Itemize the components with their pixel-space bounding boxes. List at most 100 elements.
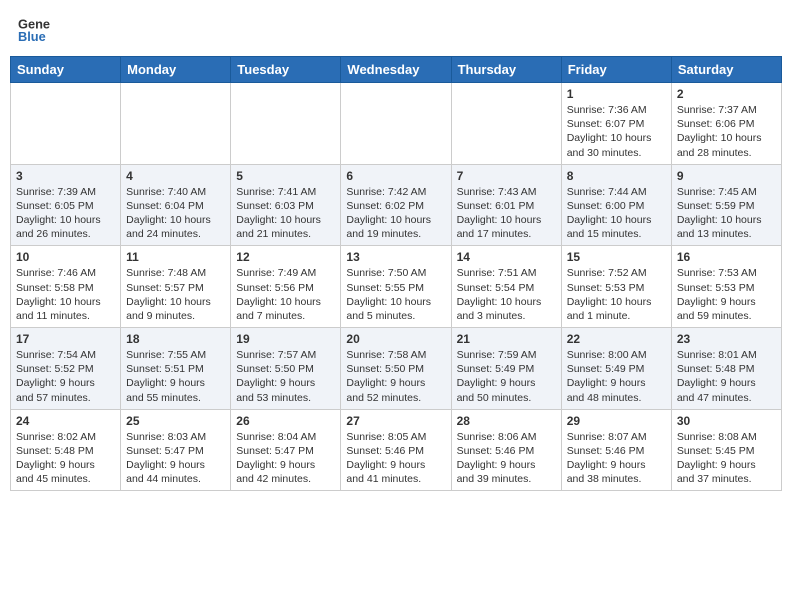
day-info: Sunrise: 7:43 AM Sunset: 6:01 PM Dayligh… bbox=[457, 185, 556, 242]
calendar-cell: 6Sunrise: 7:42 AM Sunset: 6:02 PM Daylig… bbox=[341, 164, 451, 246]
calendar-cell bbox=[451, 83, 561, 165]
weekday-header-tuesday: Tuesday bbox=[231, 57, 341, 83]
day-number: 22 bbox=[567, 332, 666, 346]
logo-icon: General Blue bbox=[18, 14, 50, 46]
calendar-cell: 20 Sunrise: 7:58 AM Sunset: 5:50 PM Dayli… bbox=[341, 328, 451, 410]
calendar-week-row: 24Sunrise: 8:02 AM Sunset: 5:48 PM Dayli… bbox=[11, 409, 782, 491]
day-info: Sunrise: 7:54 AM Sunset: 5:52 PM Dayligh… bbox=[16, 348, 115, 405]
day-info: Sunrise: 7:53 AM Sunset: 5:53 PM Dayligh… bbox=[677, 266, 776, 323]
calendar-cell: 18Sunrise: 7:55 AM Sunset: 5:51 PM Dayli… bbox=[121, 328, 231, 410]
calendar-cell: 19 Sunrise: 7:57 AM Sunset: 5:50 PM Dayli… bbox=[231, 328, 341, 410]
day-number: 23 bbox=[677, 332, 776, 346]
day-info: Sunrise: 7:36 AM Sunset: 6:07 PM Dayligh… bbox=[567, 103, 666, 160]
calendar-cell: 4Sunrise: 7:40 AM Sunset: 6:04 PM Daylig… bbox=[121, 164, 231, 246]
weekday-header-wednesday: Wednesday bbox=[341, 57, 451, 83]
calendar-cell: 29 Sunrise: 8:07 AM Sunset: 5:46 PM Dayli… bbox=[561, 409, 671, 491]
day-info: Sunrise: 8:04 AM Sunset: 5:47 PM Dayligh… bbox=[236, 430, 335, 487]
day-number: 2 bbox=[677, 87, 776, 101]
day-info: Sunrise: 8:03 AM Sunset: 5:47 PM Dayligh… bbox=[126, 430, 225, 487]
calendar-cell bbox=[341, 83, 451, 165]
day-info: Sunrise: 7:51 AM Sunset: 5:54 PM Dayligh… bbox=[457, 266, 556, 323]
calendar-cell bbox=[231, 83, 341, 165]
day-info: Sunrise: 7:57 AM Sunset: 5:50 PM Dayligh… bbox=[236, 348, 335, 405]
calendar-cell: 30Sunrise: 8:08 AM Sunset: 5:45 PM Dayli… bbox=[671, 409, 781, 491]
calendar-cell: 14 Sunrise: 7:51 AM Sunset: 5:54 PM Dayli… bbox=[451, 246, 561, 328]
day-number: 1 bbox=[567, 87, 666, 101]
calendar-cell: 1 Sunrise: 7:36 AM Sunset: 6:07 PM Daylig… bbox=[561, 83, 671, 165]
day-number: 9 bbox=[677, 169, 776, 183]
calendar-cell bbox=[11, 83, 121, 165]
calendar-cell: 25 Sunrise: 8:03 AM Sunset: 5:47 PM Dayli… bbox=[121, 409, 231, 491]
day-number: 29 bbox=[567, 414, 666, 428]
day-info: Sunrise: 7:37 AM Sunset: 6:06 PM Dayligh… bbox=[677, 103, 776, 160]
calendar-cell: 27 Sunrise: 8:05 AM Sunset: 5:46 PM Dayli… bbox=[341, 409, 451, 491]
day-info: Sunrise: 7:49 AM Sunset: 5:56 PM Dayligh… bbox=[236, 266, 335, 323]
calendar-body: 1 Sunrise: 7:36 AM Sunset: 6:07 PM Daylig… bbox=[11, 83, 782, 491]
day-number: 16 bbox=[677, 250, 776, 264]
calendar-week-row: 3Sunrise: 7:39 AM Sunset: 6:05 PM Daylig… bbox=[11, 164, 782, 246]
day-info: Sunrise: 7:44 AM Sunset: 6:00 PM Dayligh… bbox=[567, 185, 666, 242]
calendar-header: SundayMondayTuesdayWednesdayThursdayFrid… bbox=[11, 57, 782, 83]
calendar-cell: 11 Sunrise: 7:48 AM Sunset: 5:57 PM Dayli… bbox=[121, 246, 231, 328]
calendar-cell: 16 Sunrise: 7:53 AM Sunset: 5:53 PM Dayli… bbox=[671, 246, 781, 328]
calendar-cell: 3Sunrise: 7:39 AM Sunset: 6:05 PM Daylig… bbox=[11, 164, 121, 246]
day-number: 26 bbox=[236, 414, 335, 428]
day-number: 11 bbox=[126, 250, 225, 264]
day-info: Sunrise: 7:45 AM Sunset: 5:59 PM Dayligh… bbox=[677, 185, 776, 242]
calendar-cell: 13 Sunrise: 7:50 AM Sunset: 5:55 PM Dayli… bbox=[341, 246, 451, 328]
weekday-header-friday: Friday bbox=[561, 57, 671, 83]
day-number: 4 bbox=[126, 169, 225, 183]
day-number: 5 bbox=[236, 169, 335, 183]
calendar-cell: 28 Sunrise: 8:06 AM Sunset: 5:46 PM Dayli… bbox=[451, 409, 561, 491]
day-info: Sunrise: 7:58 AM Sunset: 5:50 PM Dayligh… bbox=[346, 348, 445, 405]
calendar-cell: 12Sunrise: 7:49 AM Sunset: 5:56 PM Dayli… bbox=[231, 246, 341, 328]
day-number: 8 bbox=[567, 169, 666, 183]
day-number: 15 bbox=[567, 250, 666, 264]
weekday-header-row: SundayMondayTuesdayWednesdayThursdayFrid… bbox=[11, 57, 782, 83]
calendar-cell: 22 Sunrise: 8:00 AM Sunset: 5:49 PM Dayli… bbox=[561, 328, 671, 410]
day-number: 19 bbox=[236, 332, 335, 346]
day-number: 25 bbox=[126, 414, 225, 428]
day-info: Sunrise: 7:50 AM Sunset: 5:55 PM Dayligh… bbox=[346, 266, 445, 323]
calendar-cell: 8 Sunrise: 7:44 AM Sunset: 6:00 PM Daylig… bbox=[561, 164, 671, 246]
day-number: 10 bbox=[16, 250, 115, 264]
svg-text:Blue: Blue bbox=[18, 29, 46, 44]
calendar-table: SundayMondayTuesdayWednesdayThursdayFrid… bbox=[10, 56, 782, 491]
calendar-cell: 5 Sunrise: 7:41 AM Sunset: 6:03 PM Daylig… bbox=[231, 164, 341, 246]
day-number: 28 bbox=[457, 414, 556, 428]
calendar-cell: 23 Sunrise: 8:01 AM Sunset: 5:48 PM Dayli… bbox=[671, 328, 781, 410]
day-info: Sunrise: 8:05 AM Sunset: 5:46 PM Dayligh… bbox=[346, 430, 445, 487]
calendar-week-row: 17 Sunrise: 7:54 AM Sunset: 5:52 PM Dayli… bbox=[11, 328, 782, 410]
day-number: 20 bbox=[346, 332, 445, 346]
logo: General Blue bbox=[18, 14, 50, 46]
day-info: Sunrise: 8:06 AM Sunset: 5:46 PM Dayligh… bbox=[457, 430, 556, 487]
day-number: 30 bbox=[677, 414, 776, 428]
calendar-cell: 10 Sunrise: 7:46 AM Sunset: 5:58 PM Dayli… bbox=[11, 246, 121, 328]
day-info: Sunrise: 7:41 AM Sunset: 6:03 PM Dayligh… bbox=[236, 185, 335, 242]
day-number: 27 bbox=[346, 414, 445, 428]
day-info: Sunrise: 7:46 AM Sunset: 5:58 PM Dayligh… bbox=[16, 266, 115, 323]
page-header: General Blue bbox=[10, 10, 782, 50]
day-info: Sunrise: 7:39 AM Sunset: 6:05 PM Dayligh… bbox=[16, 185, 115, 242]
calendar-cell: 2 Sunrise: 7:37 AM Sunset: 6:06 PM Daylig… bbox=[671, 83, 781, 165]
calendar-cell: 24Sunrise: 8:02 AM Sunset: 5:48 PM Dayli… bbox=[11, 409, 121, 491]
day-info: Sunrise: 8:01 AM Sunset: 5:48 PM Dayligh… bbox=[677, 348, 776, 405]
day-info: Sunrise: 7:55 AM Sunset: 5:51 PM Dayligh… bbox=[126, 348, 225, 405]
day-number: 17 bbox=[16, 332, 115, 346]
day-number: 6 bbox=[346, 169, 445, 183]
weekday-header-saturday: Saturday bbox=[671, 57, 781, 83]
day-number: 13 bbox=[346, 250, 445, 264]
calendar-cell: 7 Sunrise: 7:43 AM Sunset: 6:01 PM Daylig… bbox=[451, 164, 561, 246]
weekday-header-sunday: Sunday bbox=[11, 57, 121, 83]
day-info: Sunrise: 8:00 AM Sunset: 5:49 PM Dayligh… bbox=[567, 348, 666, 405]
calendar-cell: 26 Sunrise: 8:04 AM Sunset: 5:47 PM Dayli… bbox=[231, 409, 341, 491]
day-number: 7 bbox=[457, 169, 556, 183]
day-info: Sunrise: 8:07 AM Sunset: 5:46 PM Dayligh… bbox=[567, 430, 666, 487]
day-info: Sunrise: 7:48 AM Sunset: 5:57 PM Dayligh… bbox=[126, 266, 225, 323]
day-number: 14 bbox=[457, 250, 556, 264]
calendar-cell bbox=[121, 83, 231, 165]
weekday-header-monday: Monday bbox=[121, 57, 231, 83]
day-info: Sunrise: 8:02 AM Sunset: 5:48 PM Dayligh… bbox=[16, 430, 115, 487]
calendar-week-row: 10 Sunrise: 7:46 AM Sunset: 5:58 PM Dayli… bbox=[11, 246, 782, 328]
calendar-cell: 21Sunrise: 7:59 AM Sunset: 5:49 PM Dayli… bbox=[451, 328, 561, 410]
